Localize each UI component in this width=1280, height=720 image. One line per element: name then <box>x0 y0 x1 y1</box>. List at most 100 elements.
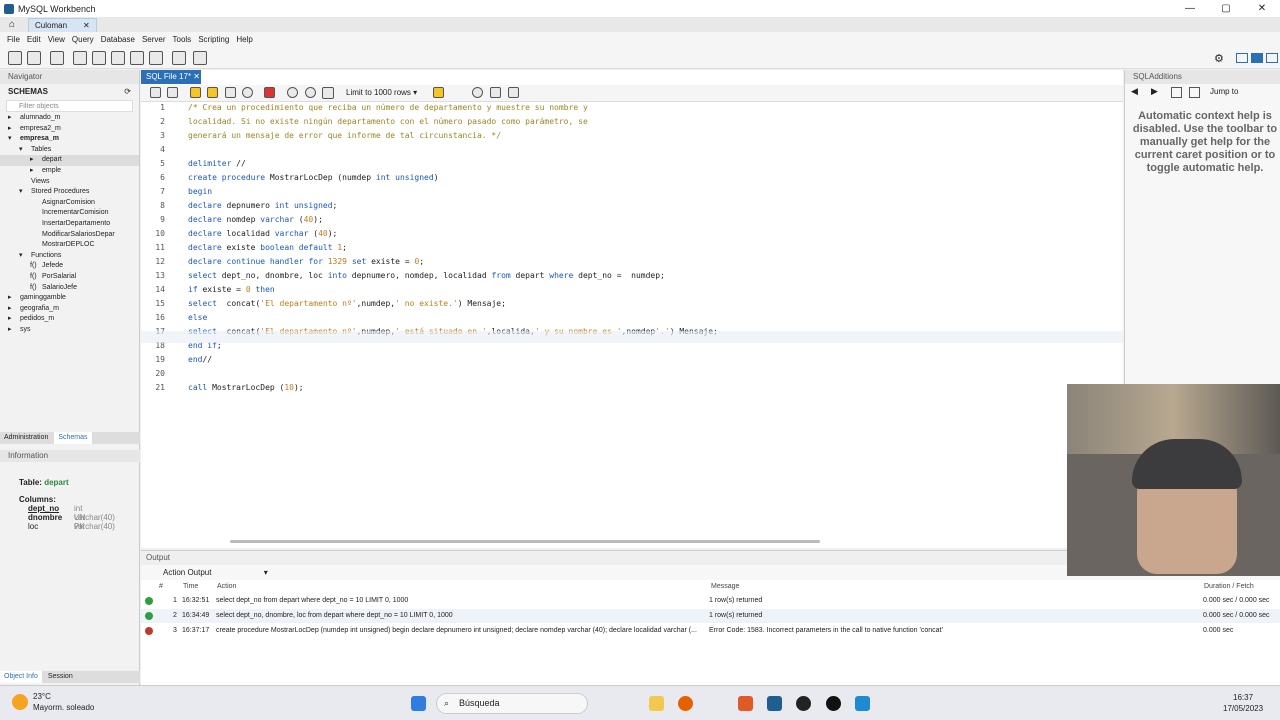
commit-icon[interactable] <box>287 87 298 98</box>
open-file-icon[interactable] <box>150 87 161 98</box>
inspect-icon[interactable] <box>50 51 64 65</box>
output-row[interactable]: 2 16:34:49 select dept_no, dnombre, loc fr… <box>141 609 1280 623</box>
code-line[interactable]: declare nomdep varchar (40); <box>188 215 323 224</box>
execute-icon[interactable] <box>190 87 201 98</box>
create-table-icon[interactable] <box>92 51 106 65</box>
code-line[interactable]: select dept_no, dnombre, loc into depnum… <box>188 271 665 280</box>
tree-item[interactable]: ▸ geografia_m <box>0 304 139 315</box>
tree-expander-icon[interactable]: ▸ <box>8 293 20 304</box>
menu-tools[interactable]: Tools <box>173 35 192 44</box>
back-icon[interactable]: ◀ <box>1131 86 1138 97</box>
save-icon[interactable] <box>167 87 178 98</box>
minimize-button[interactable]: — <box>1172 0 1208 17</box>
code-line[interactable]: end// <box>188 355 212 364</box>
toggle-navigator-icon[interactable] <box>1236 53 1248 63</box>
stop-icon[interactable] <box>242 87 253 98</box>
search-table-icon[interactable] <box>172 51 186 65</box>
beautify-icon[interactable] <box>433 87 444 98</box>
code-line[interactable]: declare depnumero int unsigned; <box>188 201 337 210</box>
menu-server[interactable]: Server <box>142 35 166 44</box>
tree-expander-icon[interactable]: f() <box>30 272 42 283</box>
tree-item[interactable]: ▸ sys <box>0 325 139 336</box>
tree-item[interactable]: ▾ empresa_m <box>0 134 139 145</box>
tree-item[interactable]: ModificarSalariosDepar <box>0 230 139 241</box>
tree-expander-icon[interactable]: ▸ <box>8 304 20 315</box>
autocommit-icon[interactable] <box>322 87 334 99</box>
maximize-button[interactable]: ▢ <box>1208 0 1244 17</box>
close-button[interactable]: ✕ <box>1244 0 1280 17</box>
stop-on-error-icon[interactable] <box>264 87 275 98</box>
code-line[interactable]: delimiter // <box>188 159 246 168</box>
tree-expander-icon[interactable]: ▸ <box>8 325 20 336</box>
tree-item[interactable]: ▸ alumnado_m <box>0 113 139 124</box>
tree-expander-icon[interactable]: ▸ <box>8 314 20 325</box>
tab-schemas[interactable]: Schemas <box>54 432 92 444</box>
vscode-icon[interactable] <box>855 696 870 711</box>
code-line[interactable]: localidad. Si no existe ningún departame… <box>188 117 588 126</box>
tab-object-info[interactable]: Object Info <box>0 671 42 683</box>
weather-temp[interactable]: 23°C <box>33 692 51 701</box>
tree-expander-icon[interactable]: ▾ <box>19 251 31 262</box>
menu-view[interactable]: View <box>48 35 65 44</box>
menu-database[interactable]: Database <box>101 35 135 44</box>
menu-file[interactable]: File <box>7 35 20 44</box>
code-line[interactable]: /* Crea un procedimiento que reciba un n… <box>188 103 588 112</box>
tree-expander-icon[interactable]: ▸ <box>8 124 20 135</box>
close-tab-icon[interactable]: ✕ <box>83 21 90 30</box>
new-sql-tab-icon[interactable] <box>8 51 22 65</box>
menu-edit[interactable]: Edit <box>27 35 41 44</box>
menu-scripting[interactable]: Scripting <box>198 35 229 44</box>
code-line[interactable]: declare continue handler for 1329 set ex… <box>188 257 424 266</box>
tree-item[interactable]: MostrarDEPLOC <box>0 240 139 251</box>
create-procedure-icon[interactable] <box>130 51 144 65</box>
rollback-icon[interactable] <box>305 87 316 98</box>
code-line[interactable]: declare existe boolean default 1; <box>188 243 347 252</box>
start-icon[interactable] <box>411 696 426 711</box>
filter-objects-input[interactable]: Filter objects <box>6 100 133 112</box>
clock-date[interactable]: 17/05/2023 <box>1223 704 1263 713</box>
tree-item[interactable]: ▸ gaminggamble <box>0 293 139 304</box>
tree-expander-icon[interactable]: ▸ <box>30 155 42 166</box>
sql-editor[interactable] <box>141 70 1123 548</box>
code-line[interactable]: generará un mensaje de error que informe… <box>188 131 501 140</box>
sql-file-tab[interactable]: SQL File 17* ✕ <box>141 70 201 84</box>
firefox-icon[interactable] <box>678 696 693 711</box>
search-box[interactable]: ⌕ Búsqueda <box>436 693 588 714</box>
tree-item[interactable]: InsertarDepartamento <box>0 219 139 230</box>
create-view-icon[interactable] <box>111 51 125 65</box>
tree-item[interactable]: ▾ Tables <box>0 145 139 156</box>
menu-help[interactable]: Help <box>236 35 252 44</box>
media-player-icon[interactable] <box>826 696 841 711</box>
code-line[interactable]: begin <box>188 187 212 196</box>
jump-to-select[interactable]: Jump to <box>1210 87 1238 96</box>
tree-item[interactable]: f() SalarioJefe <box>0 283 139 294</box>
create-function-icon[interactable] <box>149 51 163 65</box>
refresh-icon[interactable]: ⟳ <box>124 87 131 96</box>
wrap-icon[interactable] <box>508 87 519 98</box>
limit-rows-select[interactable]: Limit to 1000 rows ▾ <box>346 88 417 97</box>
tree-expander-icon[interactable]: ▾ <box>8 134 20 145</box>
forward-icon[interactable]: ▶ <box>1151 86 1158 97</box>
store-icon[interactable] <box>738 696 753 711</box>
file-explorer-icon[interactable] <box>649 696 664 711</box>
explain-icon[interactable] <box>225 87 236 98</box>
tree-expander-icon[interactable]: f() <box>30 261 42 272</box>
tree-item[interactable]: f() PorSalarial <box>0 272 139 283</box>
toggle-sidebar-icon[interactable] <box>1266 53 1278 63</box>
tab-administration[interactable]: Administration <box>0 432 52 444</box>
find-icon[interactable] <box>472 87 483 98</box>
mysql-workbench-icon[interactable] <box>767 696 782 711</box>
manual-help-icon[interactable] <box>1189 87 1200 98</box>
code-line[interactable]: else <box>188 313 207 322</box>
auto-help-icon[interactable] <box>1171 87 1182 98</box>
tree-item[interactable]: ▸ empresa2_m <box>0 124 139 135</box>
tree-item[interactable]: f() Jefede <box>0 261 139 272</box>
tree-item[interactable]: ▸ depart <box>0 155 139 166</box>
tree-expander-icon[interactable]: ▸ <box>30 166 42 177</box>
code-line[interactable]: call MostrarLocDep (10); <box>188 383 304 392</box>
code-line[interactable]: create procedure MostrarLocDep (numdep i… <box>188 173 439 182</box>
open-sql-script-icon[interactable] <box>27 51 41 65</box>
tree-item[interactable]: AsignarComision <box>0 198 139 209</box>
tree-item[interactable]: ▸ pedidos_m <box>0 314 139 325</box>
create-schema-icon[interactable] <box>73 51 87 65</box>
